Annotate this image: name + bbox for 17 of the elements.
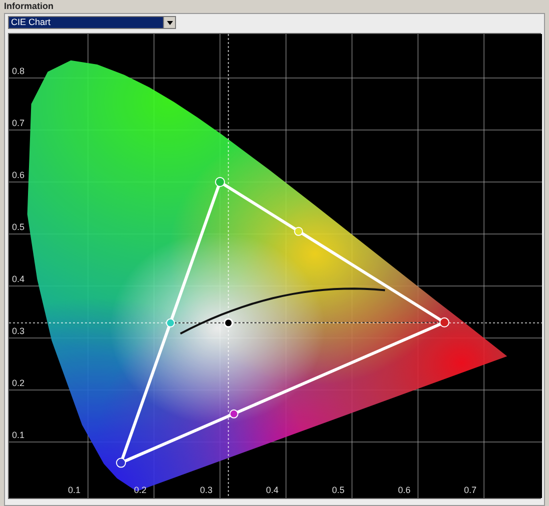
axis-tick-label: 0.2 xyxy=(12,378,25,388)
axis-tick-label: 0.4 xyxy=(266,485,279,495)
axis-tick-label: 0.6 xyxy=(12,170,25,180)
axis-tick-label: 0.6 xyxy=(398,485,411,495)
axis-tick-label: 0.3 xyxy=(200,485,213,495)
axis-tick-label: 0.5 xyxy=(332,485,345,495)
axis-tick-label: 0.1 xyxy=(68,485,81,495)
view-dropdown[interactable]: CIE Chart xyxy=(8,16,176,29)
axis-tick-label: 0.5 xyxy=(12,222,25,232)
panel-title: Information xyxy=(4,2,54,10)
axis-tick-label: 0.4 xyxy=(12,274,25,284)
axis-tick-label: 0.8 xyxy=(12,66,25,76)
caret-icon xyxy=(163,17,175,28)
axis-tick-label: 0.3 xyxy=(12,326,25,336)
axis-tick-label: 0.7 xyxy=(464,485,477,495)
axis-tick-label: 0.1 xyxy=(12,430,25,440)
axis-tick-label: 0.7 xyxy=(12,118,25,128)
